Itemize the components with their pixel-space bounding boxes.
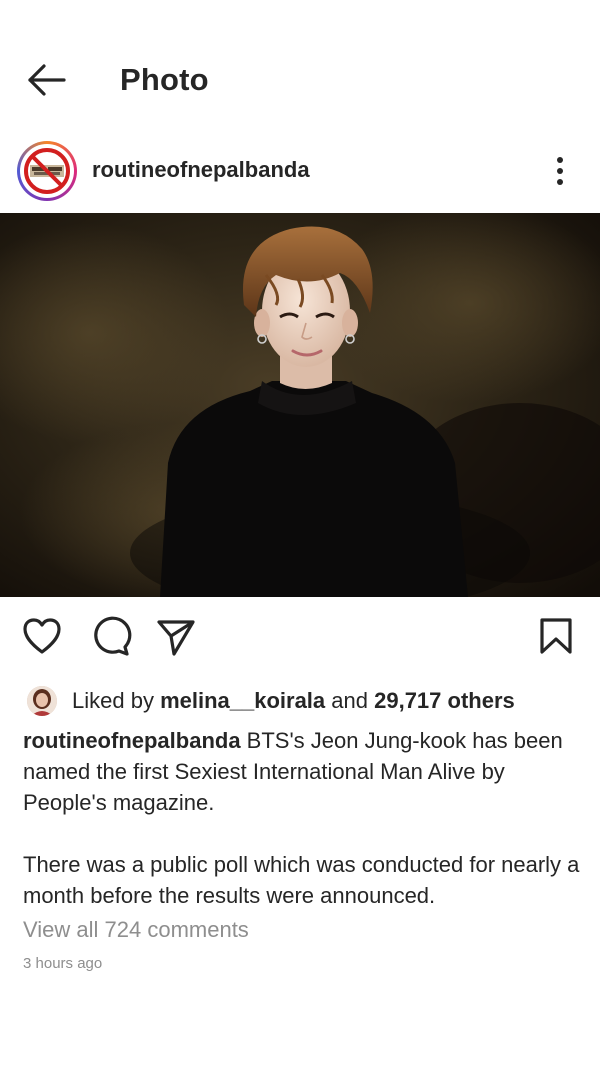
back-button[interactable] (22, 60, 70, 100)
like-button[interactable] (20, 614, 64, 658)
avatar[interactable] (17, 141, 77, 201)
comment-button[interactable] (88, 614, 132, 658)
post-timestamp: 3 hours ago (23, 955, 103, 972)
likes-count[interactable]: 29,717 others (374, 688, 515, 713)
bookmark-icon (540, 618, 572, 654)
avatar-inner (20, 144, 74, 198)
post-header: routineofnepalbanda (0, 138, 600, 204)
share-button[interactable] (154, 614, 198, 658)
dot (557, 179, 563, 185)
page-title: Photo (120, 62, 209, 97)
likes-text: Liked by melina__koirala and 29,717 othe… (72, 688, 515, 714)
liker-photo (27, 686, 57, 716)
caption-paragraph-1: routineofnepalbanda BTS's Jeon Jung-kook… (23, 725, 583, 818)
caption-text-2: There was a public poll which was conduc… (23, 852, 580, 908)
heart-icon (23, 618, 61, 654)
caption-username[interactable]: routineofnepalbanda (23, 728, 241, 753)
top-bar: Photo (0, 40, 600, 120)
comment-bubble-icon (94, 616, 132, 656)
paper-plane-icon (157, 620, 195, 656)
action-bar (0, 610, 600, 670)
arrow-left-icon (28, 64, 66, 96)
vertical-dots-icon (557, 157, 563, 163)
liker-avatar[interactable] (27, 686, 57, 716)
likes-row: Liked by melina__koirala and 29,717 othe… (0, 682, 600, 718)
caption: routineofnepalbanda BTS's Jeon Jung-kook… (23, 725, 583, 911)
more-options-button[interactable] (545, 154, 575, 188)
post-username[interactable]: routineofnepalbanda (92, 157, 310, 183)
likes-prefix: Liked by (72, 688, 161, 713)
no-entry-logo-icon (24, 148, 70, 194)
post-photo[interactable] (0, 213, 600, 597)
liker-username[interactable]: melina__koirala (160, 688, 325, 713)
likes-and: and (325, 688, 375, 713)
save-button[interactable] (534, 614, 578, 658)
photo-image (0, 213, 600, 597)
dot (557, 168, 563, 174)
view-all-comments-link[interactable]: View all 724 comments (23, 917, 249, 943)
